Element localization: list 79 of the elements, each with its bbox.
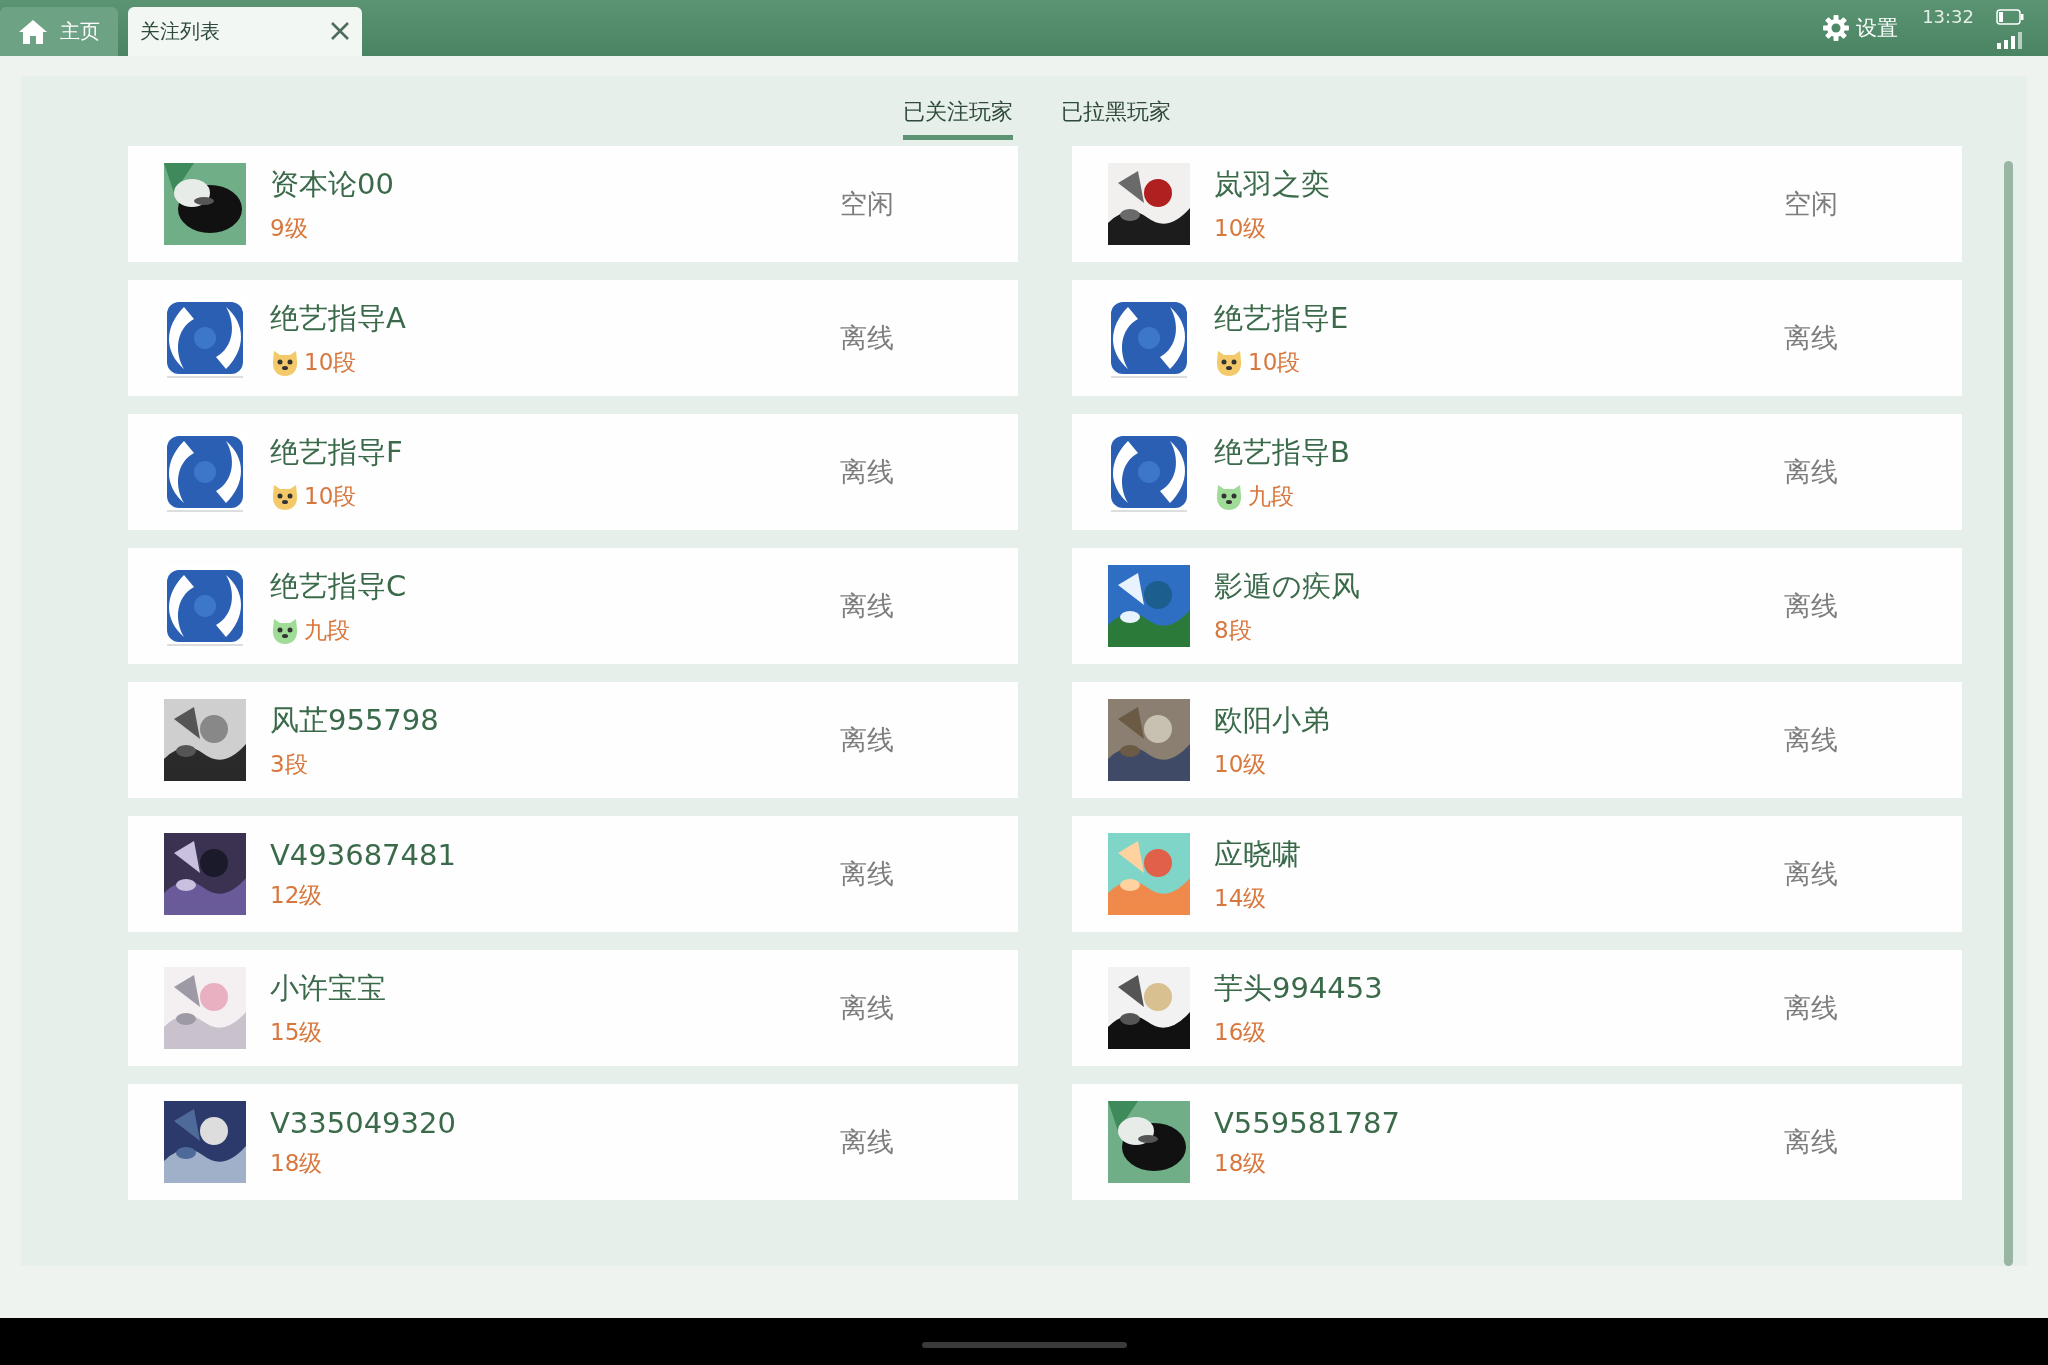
player-rank: 8段 <box>1214 615 1252 645</box>
player-rank: 10段 <box>1248 347 1301 377</box>
player-card[interactable]: 欧阳小弟 10级 离线 <box>1072 682 1962 798</box>
tab[interactable]: 已拉黑玩家 <box>1061 97 1171 140</box>
player-card[interactable]: V559581787 18级 离线 <box>1072 1084 1962 1200</box>
settings-icon <box>1822 14 1851 42</box>
player-name: V335049320 <box>270 1105 457 1140</box>
player-card[interactable]: V335049320 18级 离线 <box>128 1084 1018 1200</box>
player-card[interactable]: 影遁の疾风 8段 离线 <box>1072 548 1962 664</box>
player-status: 离线 <box>1784 589 1838 623</box>
player-name: V493687481 <box>270 837 457 872</box>
player-status: 离线 <box>840 321 894 355</box>
player-card[interactable]: 绝艺指导E 10段 离线 <box>1072 280 1962 396</box>
player-card[interactable]: 应晓啸 14级 离线 <box>1072 816 1962 932</box>
clock-time: 13:32 <box>1922 6 1974 27</box>
player-card[interactable]: 绝艺指导F 10段 离线 <box>128 414 1018 530</box>
player-status: 离线 <box>840 1125 894 1159</box>
player-card[interactable]: 绝艺指导B 九段 离线 <box>1072 414 1962 530</box>
go-stone-icon <box>1108 1101 1190 1183</box>
player-name: V559581787 <box>1214 1105 1401 1140</box>
player-status: 离线 <box>840 991 894 1025</box>
tab-label: 主页 <box>60 18 100 45</box>
player-card[interactable]: V493687481 12级 离线 <box>128 816 1018 932</box>
player-rank: 18级 <box>1214 1148 1267 1178</box>
settings-button[interactable]: 设置 <box>1822 14 1899 42</box>
player-status: 离线 <box>1784 991 1838 1025</box>
player-name: 影遁の疾风 <box>1214 567 1361 605</box>
player-name: 绝艺指导A <box>270 299 407 337</box>
player-name: 资本论00 <box>270 165 395 203</box>
player-card[interactable]: 绝艺指导A 10段 离线 <box>128 280 1018 396</box>
scrollbar[interactable] <box>2004 161 2013 1266</box>
player-name: 绝艺指导F <box>270 433 404 471</box>
player-name: 风芷955798 <box>270 701 440 739</box>
home-indicator[interactable] <box>921 1341 1127 1348</box>
signal-icon <box>1996 31 2024 49</box>
player-status: 离线 <box>840 723 894 757</box>
go-stone-icon <box>164 163 246 245</box>
player-rank: 九段 <box>304 615 350 645</box>
tab[interactable]: 已关注玩家 <box>903 97 1013 140</box>
player-card[interactable]: 小许宝宝 15级 离线 <box>128 950 1018 1066</box>
player-name: 绝艺指导C <box>270 567 408 605</box>
player-status: 离线 <box>1784 857 1838 891</box>
player-status: 离线 <box>1784 723 1838 757</box>
player-card[interactable]: 岚羽之奕 10级 空闲 <box>1072 146 1962 262</box>
player-name: 小许宝宝 <box>270 969 387 1007</box>
player-status: 离线 <box>1784 321 1838 355</box>
player-name: 应晓啸 <box>1214 835 1302 873</box>
player-rank: 18级 <box>270 1148 323 1178</box>
player-status: 空闲 <box>840 187 894 221</box>
player-rank: 12级 <box>270 880 323 910</box>
player-status: 空闲 <box>1784 187 1838 221</box>
tab-label: 关注列表 <box>140 18 220 45</box>
player-rank: 9级 <box>270 213 308 243</box>
player-rank: 10段 <box>304 347 357 377</box>
player-rank: 10段 <box>304 481 357 511</box>
player-status: 离线 <box>1784 1125 1838 1159</box>
player-rank: 15级 <box>270 1017 323 1047</box>
player-card[interactable]: 资本论00 9级 空闲 <box>128 146 1018 262</box>
player-card[interactable]: 绝艺指导C 九段 离线 <box>128 548 1018 664</box>
player-name: 绝艺指导B <box>1214 433 1351 471</box>
player-name: 芋头994453 <box>1214 969 1384 1007</box>
player-status: 离线 <box>840 455 894 489</box>
player-status: 离线 <box>1784 455 1838 489</box>
player-rank: 10级 <box>1214 213 1267 243</box>
player-card[interactable]: 风芷955798 3段 离线 <box>128 682 1018 798</box>
player-name: 欧阳小弟 <box>1214 701 1331 739</box>
player-status: 离线 <box>840 589 894 623</box>
player-rank: 16级 <box>1214 1017 1267 1047</box>
player-card[interactable]: 芋头994453 16级 离线 <box>1072 950 1962 1066</box>
battery-icon <box>1996 9 2024 25</box>
player-rank: 14级 <box>1214 883 1267 913</box>
player-status: 离线 <box>840 857 894 891</box>
player-rank: 10级 <box>1214 749 1267 779</box>
window-tab[interactable]: 关注列表 <box>128 7 362 56</box>
player-name: 岚羽之奕 <box>1214 165 1331 203</box>
player-rank: 九段 <box>1248 481 1294 511</box>
home-icon <box>18 18 48 45</box>
player-rank: 3段 <box>270 749 308 779</box>
player-name: 绝艺指导E <box>1214 299 1350 337</box>
